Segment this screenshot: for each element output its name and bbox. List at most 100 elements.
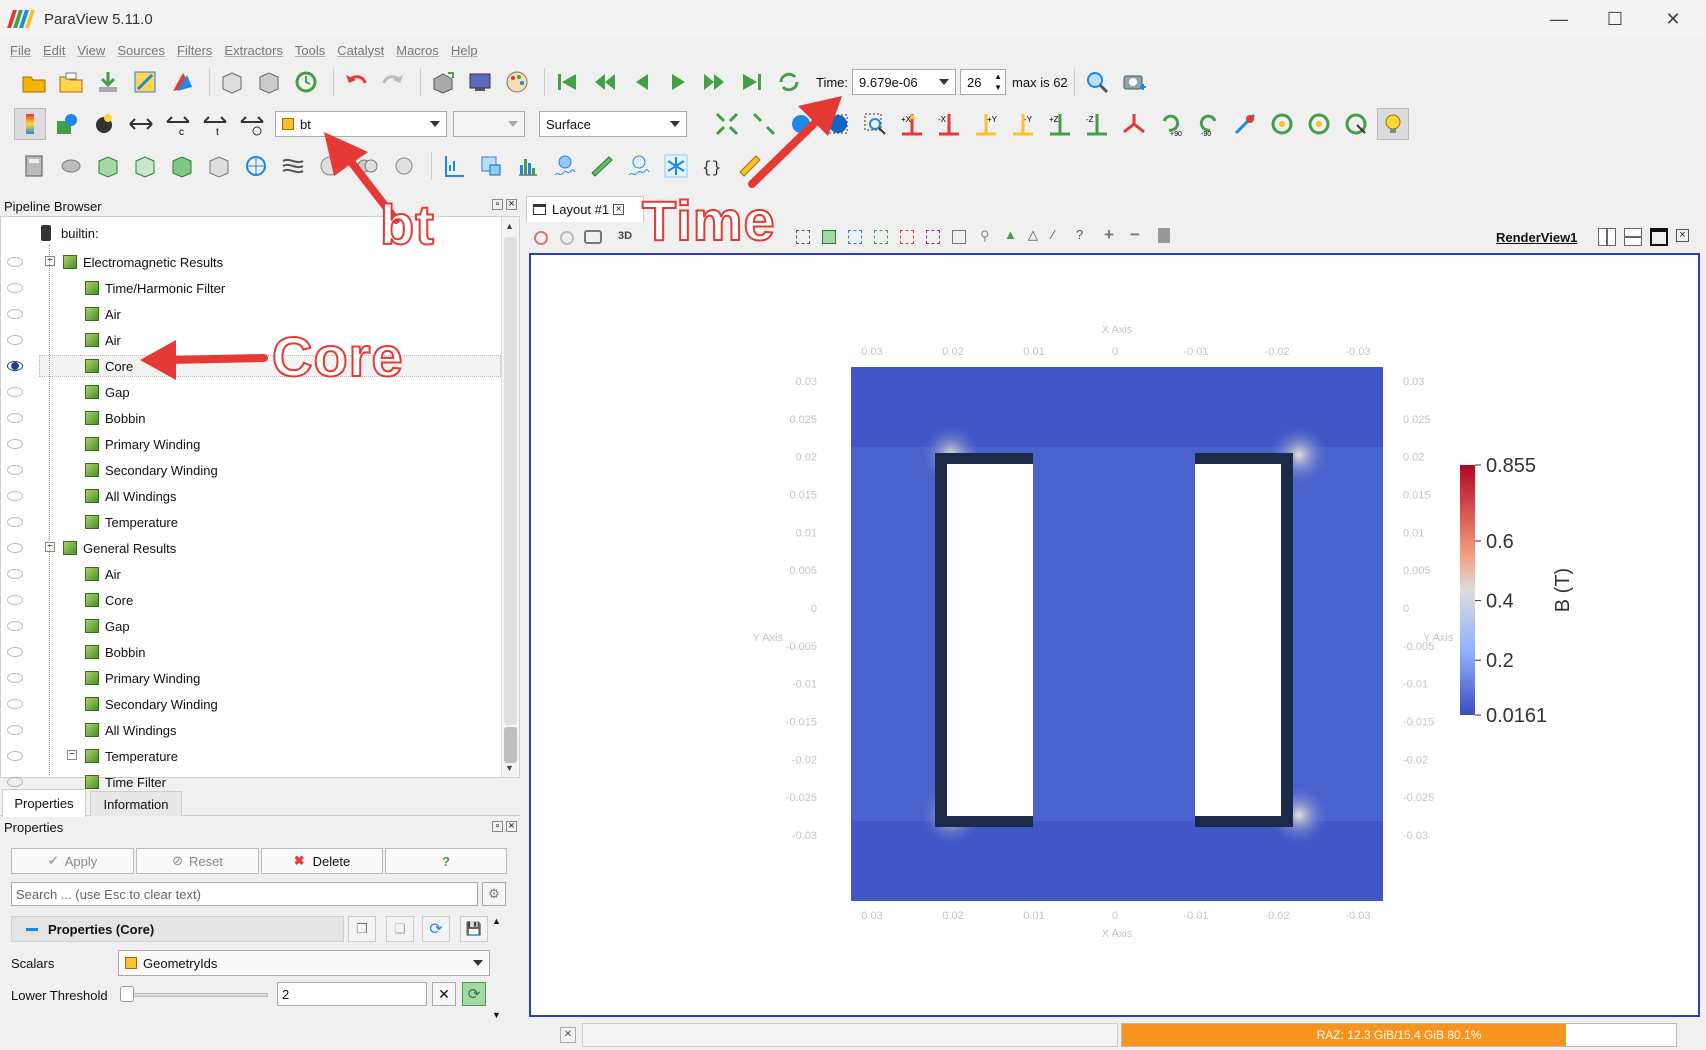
paste-properties-icon[interactable]: ❏	[386, 916, 414, 942]
collapse-icon[interactable]: −	[67, 750, 77, 760]
zoom-data-icon[interactable]	[785, 108, 817, 140]
scroll-up-icon[interactable]: ▲	[505, 221, 514, 231]
tab-properties[interactable]: Properties	[2, 789, 86, 817]
open-folder-icon[interactable]	[55, 66, 87, 98]
menu-tools[interactable]: Tools	[295, 43, 325, 58]
close-panel-icon[interactable]: ×	[506, 821, 517, 832]
edit-color-map-icon[interactable]	[51, 108, 83, 140]
screenshot-icon[interactable]	[464, 66, 496, 98]
view-minus-x-icon[interactable]: -X	[933, 108, 965, 140]
visibility-eye-icon[interactable]	[7, 491, 23, 501]
extract-level-icon[interactable]	[388, 150, 420, 182]
zoom-closest-icon[interactable]	[748, 108, 780, 140]
play-backward-icon[interactable]	[625, 66, 657, 98]
copy-properties-icon[interactable]: ❐	[348, 916, 376, 942]
pipeline-item[interactable]: Primary Winding	[85, 432, 200, 456]
reset-camera-icon[interactable]	[711, 108, 743, 140]
calculator-icon[interactable]	[18, 150, 50, 182]
view-minus-z-icon[interactable]: -Z	[1081, 108, 1113, 140]
scroll-down-icon[interactable]: ▼	[505, 763, 514, 773]
stream-tracer-icon[interactable]	[277, 150, 309, 182]
visibility-eye-icon[interactable]	[7, 673, 23, 683]
close-panel-icon[interactable]: ×	[506, 199, 517, 210]
lower-threshold-input[interactable]: 2	[277, 982, 427, 1006]
menu-catalyst[interactable]: Catalyst	[337, 43, 384, 58]
float-panel-icon[interactable]: ▫	[492, 821, 503, 832]
ruler-icon[interactable]	[734, 150, 766, 182]
menu-filters[interactable]: Filters	[177, 43, 212, 58]
scrollbar-thumb[interactable]	[504, 727, 517, 763]
menu-file[interactable]: File	[10, 43, 31, 58]
pipeline-item[interactable]: Temperature	[85, 510, 178, 534]
previous-frame-icon[interactable]	[588, 66, 620, 98]
rescale-custom-range-icon[interactable]: c	[162, 108, 194, 140]
pipeline-item[interactable]: Gap	[85, 380, 130, 404]
edit-selection-icon[interactable]: ⁄	[1052, 227, 1054, 242]
clear-selection-icon[interactable]	[1158, 228, 1170, 243]
pipeline-item[interactable]: Core	[85, 354, 133, 378]
reset-button[interactable]: ⊘ Reset	[136, 848, 259, 874]
view-plus-z-icon[interactable]: +Z	[1044, 108, 1076, 140]
grow-selection-icon[interactable]: ▲	[1004, 227, 1017, 242]
visibility-eye-icon[interactable]	[7, 283, 23, 293]
python-script-icon[interactable]: {}	[697, 150, 729, 182]
view-plus-x-icon[interactable]: +X	[896, 108, 928, 140]
first-frame-icon[interactable]	[551, 66, 583, 98]
split-vertical-icon[interactable]	[1624, 228, 1642, 246]
choose-preset-icon[interactable]	[88, 108, 120, 140]
threshold-icon[interactable]	[166, 150, 198, 182]
connect-icon[interactable]	[129, 66, 161, 98]
open-file-icon[interactable]	[18, 66, 50, 98]
pipeline-item[interactable]: Secondary Winding	[85, 692, 218, 716]
find-data-icon[interactable]	[1081, 66, 1113, 98]
visibility-eye-icon[interactable]	[7, 465, 23, 475]
menu-view[interactable]: View	[77, 43, 105, 58]
spin-arrows-icon[interactable]: ▲ ▼	[994, 71, 1002, 93]
close-tab-icon[interactable]: ×	[613, 204, 625, 215]
time-combo[interactable]: 9.679e-06	[852, 69, 957, 95]
pipeline-item[interactable]: Air	[85, 302, 121, 326]
visibility-eye-icon[interactable]	[7, 517, 23, 527]
tab-layout-1[interactable]: Layout #1 ×	[526, 196, 644, 222]
rotate-plus-90-icon[interactable]: +90	[1155, 108, 1187, 140]
pipeline-item[interactable]: Air	[85, 562, 121, 586]
split-horizontal-icon[interactable]	[1598, 228, 1616, 246]
plot-data-over-time-icon[interactable]	[549, 150, 581, 182]
pick-center-icon[interactable]	[1303, 108, 1335, 140]
scroll-up-icon[interactable]: ▲	[492, 916, 506, 926]
pipeline-item[interactable]: Secondary Winding	[85, 458, 218, 482]
visibility-eye-icon[interactable]	[7, 257, 23, 267]
plot-over-line-icon[interactable]	[438, 150, 470, 182]
disconnect-icon[interactable]	[253, 66, 285, 98]
show-center-icon[interactable]	[1229, 108, 1261, 140]
pipeline-item[interactable]: Bobbin	[85, 640, 145, 664]
visibility-eye-icon[interactable]	[7, 621, 23, 631]
minimize-button[interactable]: —	[1530, 0, 1588, 38]
visibility-eye-icon[interactable]	[7, 699, 23, 709]
clip-icon[interactable]	[92, 150, 124, 182]
rescale-temporal-range-icon[interactable]: t	[199, 108, 231, 140]
pipeline-scrollbar[interactable]: ▲ ▼	[501, 217, 519, 777]
select-cells-through-icon[interactable]	[848, 230, 862, 244]
load-state-icon[interactable]	[166, 66, 198, 98]
next-frame-icon[interactable]	[699, 66, 731, 98]
warp-by-vector-icon[interactable]	[314, 150, 346, 182]
shrink-selection-icon[interactable]: △	[1028, 227, 1038, 243]
threshold-slider-handle[interactable]	[120, 986, 134, 1002]
component-combo[interactable]	[453, 111, 525, 137]
toggle-3d-button[interactable]: 3D	[618, 230, 632, 242]
save-state-icon[interactable]	[216, 66, 248, 98]
isometric-view-icon[interactable]	[1118, 108, 1150, 140]
rescale-data-range-icon[interactable]	[125, 108, 157, 140]
visibility-eye-icon[interactable]	[7, 413, 23, 423]
menu-sources[interactable]: Sources	[117, 43, 165, 58]
zoom-box-icon[interactable]	[822, 108, 854, 140]
maximize-view-icon[interactable]	[1650, 228, 1668, 246]
threshold-slider[interactable]	[124, 993, 268, 997]
visibility-eye-icon[interactable]	[7, 647, 23, 657]
subtract-selection-icon[interactable]: −	[1130, 225, 1140, 245]
pipeline-item[interactable]: Core	[85, 588, 133, 612]
maximize-button[interactable]: ☐	[1586, 0, 1644, 38]
select-polygon-icon[interactable]	[900, 230, 914, 244]
view-minus-y-icon[interactable]: -Y	[1007, 108, 1039, 140]
